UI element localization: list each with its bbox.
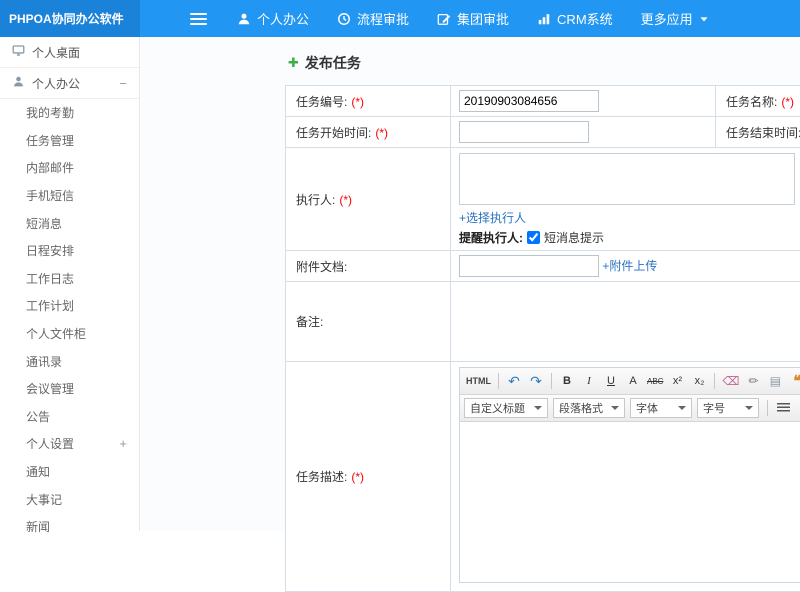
choose-executor-link[interactable]: +选择执行人 [459, 209, 800, 226]
editor-toolbar-row1: HTML ↶ ↷ B I U A ABC x² x₂ ⌫ [460, 368, 800, 395]
caret-down-icon [678, 406, 686, 414]
sidebar-group-personal-office[interactable]: 个人办公 − [0, 68, 139, 99]
task-name-label: 任务名称:(*) [716, 86, 800, 117]
start-time-label: 任务开始时间:(*) [286, 117, 451, 148]
expand-icon[interactable]: + [119, 436, 127, 451]
menu-toggle-icon[interactable] [190, 10, 207, 28]
sidebar-item-meeting[interactable]: 会议管理 [0, 375, 139, 403]
blockquote-button[interactable]: ❝ [787, 371, 800, 391]
remark-label: 备注: [286, 282, 451, 362]
executor-textarea[interactable] [459, 153, 795, 205]
char-border-button[interactable]: A [623, 371, 643, 391]
attachment-input[interactable] [459, 255, 599, 277]
nav-personal-office[interactable]: 个人办公 [223, 0, 323, 37]
sidebar-item-work-plan[interactable]: 工作计划 [0, 292, 139, 320]
sms-remind-label: 短消息提示 [544, 229, 604, 246]
sidebar-item-events[interactable]: 大事记 [0, 485, 139, 513]
main-content: ✚ 发布任务 任务编号:(*) 任务名称:(*) 任务开始时间:(*) 任务结束… [141, 37, 800, 531]
sidebar-item-announcement[interactable]: 公告 [0, 403, 139, 431]
sidebar-item-sms[interactable]: 手机短信 [0, 182, 139, 210]
app-logo: PHPOA协同办公软件 [0, 0, 140, 37]
undo-button[interactable]: ↶ [504, 371, 524, 391]
description-label: 任务描述:(*) [286, 362, 451, 592]
caret-down-icon [745, 406, 753, 414]
task-no-label: 任务编号:(*) [286, 86, 451, 117]
remind-executor-label: 提醒执行人: [459, 229, 523, 246]
page-title: ✚ 发布任务 [288, 53, 361, 73]
caret-down-icon [611, 406, 619, 414]
superscript-button[interactable]: x² [667, 371, 687, 391]
nav-workflow-approval[interactable]: 流程审批 [323, 0, 423, 37]
required-mark: (*) [339, 193, 352, 207]
clock-icon [337, 12, 351, 26]
sidebar-item-schedule[interactable]: 日程安排 [0, 237, 139, 265]
edit-icon [437, 12, 451, 26]
collapse-icon[interactable]: − [119, 76, 127, 91]
toolbar-separator [767, 400, 768, 416]
sidebar-item-attendance[interactable]: 我的考勤 [0, 99, 139, 127]
sms-remind-checkbox[interactable] [527, 231, 540, 244]
rich-text-editor: HTML ↶ ↷ B I U A ABC x² x₂ ⌫ [459, 367, 800, 583]
sidebar-item-internal-mail[interactable]: 内部邮件 [0, 154, 139, 182]
required-mark: (*) [351, 470, 364, 484]
attachment-label: 附件文档: [286, 251, 451, 282]
toolbar-separator [714, 373, 715, 389]
user-icon [237, 12, 251, 26]
toolbar-separator [551, 373, 552, 389]
sidebar-item-file-cabinet[interactable]: 个人文件柜 [0, 320, 139, 348]
background-color-button[interactable]: ▤ [765, 371, 785, 391]
editor-content-area[interactable] [460, 422, 800, 582]
task-form-table: 任务编号:(*) 任务名称:(*) 任务开始时间:(*) 任务结束时间:(*) … [285, 85, 800, 592]
html-source-button[interactable]: HTML [464, 371, 493, 391]
custom-heading-select[interactable]: 自定义标题 [464, 398, 548, 418]
italic-button[interactable]: I [579, 371, 599, 391]
caret-down-icon [699, 15, 709, 23]
underline-button[interactable]: U [601, 371, 621, 391]
editor-toolbar-row2: 自定义标题 段落格式 字体 字号 [460, 395, 800, 422]
toolbar-separator [498, 373, 499, 389]
caret-down-icon [534, 406, 542, 414]
format-painter-button[interactable]: ✏ [743, 371, 763, 391]
required-mark: (*) [375, 126, 388, 140]
user-icon [12, 75, 25, 91]
end-time-label: 任务结束时间:(*) [716, 117, 800, 148]
subscript-button[interactable]: x₂ [689, 371, 709, 391]
top-navigation: 个人办公 流程审批 集团审批 CRM系统 更多应用 [223, 0, 723, 37]
chart-icon [537, 12, 551, 26]
task-no-input[interactable] [459, 90, 599, 112]
align-left-icon[interactable] [777, 403, 790, 414]
sidebar-item-task-management[interactable]: 任务管理 [0, 127, 139, 155]
paragraph-format-select[interactable]: 段落格式 [553, 398, 625, 418]
attachment-upload-link[interactable]: +附件上传 [602, 259, 657, 273]
clear-format-button[interactable]: ⌫ [720, 371, 741, 391]
sidebar-item-personal-settings[interactable]: 个人设置 + [0, 430, 139, 458]
nav-group-approval[interactable]: 集团审批 [423, 0, 523, 37]
nav-more-apps[interactable]: 更多应用 [627, 0, 723, 37]
remark-textarea[interactable] [459, 287, 800, 353]
add-icon: ✚ [288, 55, 299, 71]
topbar: PHPOA协同办公软件 个人办公 流程审批 集团审批 CRM系统 更多应用 [0, 0, 800, 37]
sidebar-item-short-message[interactable]: 短消息 [0, 209, 139, 237]
font-size-select[interactable]: 字号 [697, 398, 759, 418]
sidebar-item-notice[interactable]: 通知 [0, 458, 139, 486]
start-time-input[interactable] [459, 121, 589, 143]
strikethrough-button[interactable]: ABC [645, 371, 665, 391]
sidebar-item-contacts[interactable]: 通讯录 [0, 347, 139, 375]
required-mark: (*) [351, 95, 364, 109]
bold-button[interactable]: B [557, 371, 577, 391]
redo-button[interactable]: ↷ [526, 371, 546, 391]
sidebar: 个人桌面 个人办公 − 我的考勤 任务管理 内部邮件 手机短信 短消息 日程安排… [0, 37, 140, 531]
nav-crm-system[interactable]: CRM系统 [523, 0, 627, 37]
executor-label: 执行人:(*) [286, 148, 451, 251]
required-mark: (*) [781, 95, 794, 109]
sidebar-item-work-log[interactable]: 工作日志 [0, 265, 139, 293]
sidebar-item-news[interactable]: 新闻 [0, 513, 139, 541]
font-family-select[interactable]: 字体 [630, 398, 692, 418]
sidebar-item-desktop[interactable]: 个人桌面 [0, 37, 139, 68]
desktop-icon [12, 44, 25, 60]
